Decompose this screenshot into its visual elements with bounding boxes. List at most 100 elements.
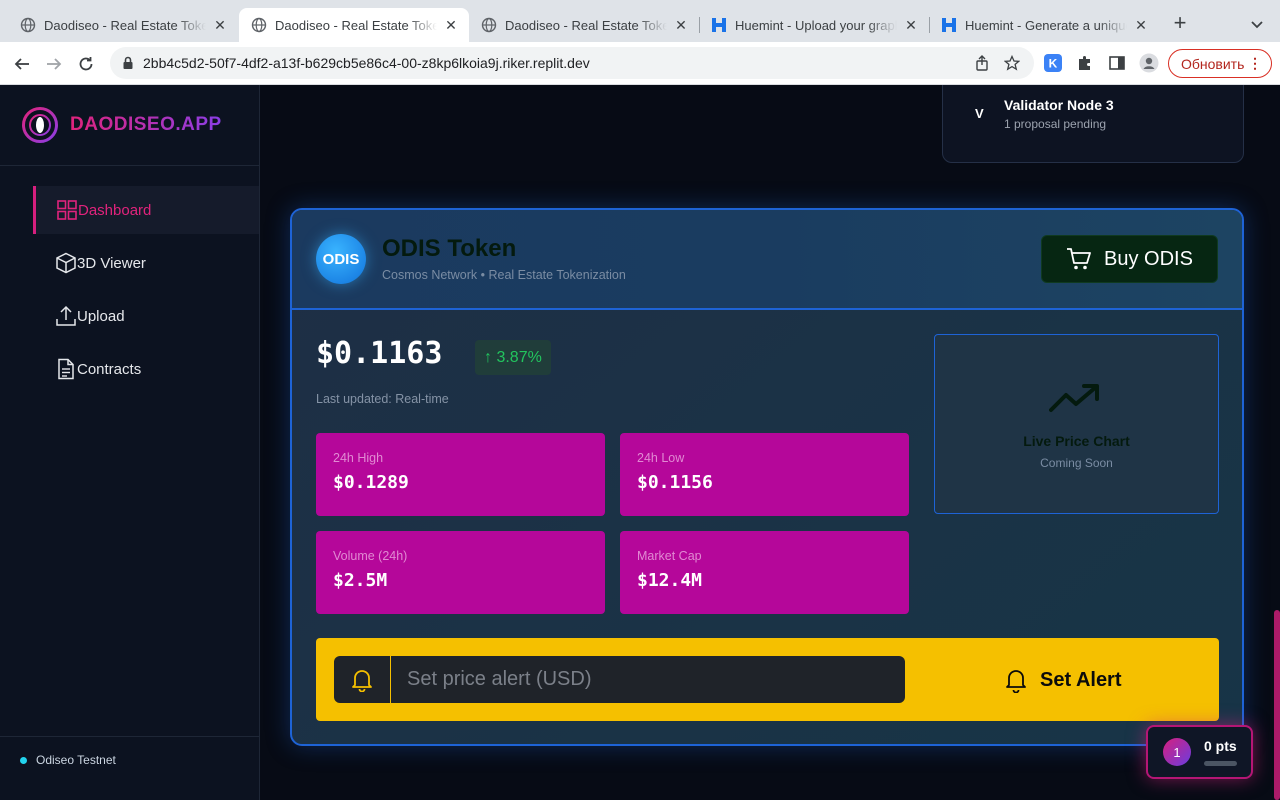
tab-title: Daodiseo - Real Estate Tokenization	[44, 17, 206, 33]
address-bar[interactable]: 2bb4c5d2-50f7-4df2-a13f-b629cb5e86c4-00-…	[110, 47, 1034, 79]
stat-label: 24h High	[333, 451, 384, 465]
brand[interactable]: DAODISEO.APP	[22, 107, 222, 143]
token-title: ODIS Token	[382, 235, 517, 262]
set-alert-button[interactable]: Set Alert	[1004, 660, 1122, 700]
price-alert-input[interactable]	[392, 656, 904, 703]
cube-icon	[55, 252, 77, 274]
browser-tab-4[interactable]: Huemint - Upload your graphic ✕	[699, 8, 929, 42]
globe-icon	[481, 17, 497, 33]
stat-value: $0.1156	[637, 472, 713, 493]
daodiseo-logo-icon	[22, 107, 58, 143]
token-card-header: ODIS ODIS Token Cosmos Network • Real Es…	[292, 210, 1242, 310]
document-icon	[55, 358, 77, 380]
forward-arrow-icon[interactable]	[42, 52, 66, 76]
divider	[0, 736, 260, 737]
tab-search-chevron-icon[interactable]	[1246, 14, 1268, 36]
sidebar-item-upload[interactable]: Upload	[33, 292, 259, 340]
buy-odis-button[interactable]: Buy ODIS	[1041, 235, 1218, 283]
browser-tab-3[interactable]: Daodiseo - Real Estate Tokenization ✕	[469, 8, 699, 42]
upload-icon	[55, 305, 77, 327]
url-text: 2bb4c5d2-50f7-4df2-a13f-b629cb5e86c4-00-…	[143, 55, 590, 71]
last-updated: Last updated: Real-time	[316, 392, 449, 406]
live-price-chart-placeholder: Live Price Chart Coming Soon	[934, 334, 1219, 514]
tab-title: Daodiseo - Real Estate Tokenization	[275, 17, 437, 33]
chart-subtitle: Coming Soon	[1040, 456, 1113, 470]
points-widget[interactable]: 1 0 pts	[1146, 725, 1253, 779]
buy-button-label: Buy ODIS	[1104, 247, 1193, 270]
stat-volume-24h: Volume (24h) $2.5M	[316, 531, 605, 614]
sidebar-item-3d-viewer[interactable]: 3D Viewer	[33, 239, 259, 287]
browser-tab-5[interactable]: Huemint - Generate a unique color palett…	[929, 8, 1159, 42]
dashboard-grid-icon	[56, 199, 78, 221]
close-icon[interactable]: ✕	[903, 17, 919, 33]
set-alert-label: Set Alert	[1040, 668, 1122, 691]
sidebar-item-label: Contracts	[77, 360, 142, 378]
odis-logo: ODIS	[316, 234, 366, 284]
share-icon[interactable]	[974, 55, 990, 71]
cart-icon	[1066, 247, 1092, 271]
browser-tab-2[interactable]: Daodiseo - Real Estate Tokenization ✕	[239, 8, 469, 42]
close-icon[interactable]: ✕	[212, 17, 228, 33]
token-card: ODIS ODIS Token Cosmos Network • Real Es…	[290, 208, 1244, 746]
extension-k-icon[interactable]: K	[1043, 53, 1063, 73]
globe-icon	[251, 17, 267, 33]
token-subtitle: Cosmos Network • Real Estate Tokenizatio…	[382, 268, 626, 282]
bell-icon	[1004, 667, 1028, 694]
network-status: Odiseo Testnet	[20, 753, 116, 767]
stat-label: Market Cap	[637, 549, 702, 563]
svg-text:K: K	[1049, 57, 1058, 71]
sidebar-item-label: 3D Viewer	[77, 254, 146, 272]
sidebar: DAODISEO.APP Dashboard 3D Viewer Upload …	[0, 85, 260, 800]
points-progress-bar	[1204, 761, 1237, 766]
update-button-label: Обновить	[1181, 55, 1245, 72]
close-icon[interactable]: ✕	[673, 17, 689, 33]
bookmark-star-icon[interactable]	[1003, 54, 1021, 71]
validator-status: 1 proposal pending	[1004, 117, 1107, 131]
price-change-badge: ↑ 3.87%	[475, 340, 551, 375]
sidebar-item-contracts[interactable]: Contracts	[33, 345, 259, 393]
level-badge: 1	[1163, 738, 1191, 766]
validator-name: Validator Node 3	[1004, 97, 1114, 113]
tab-title: Daodiseo - Real Estate Tokenization	[505, 17, 667, 33]
sidebar-item-label: Dashboard	[78, 201, 152, 219]
stat-label: Volume (24h)	[333, 549, 408, 563]
points-label: 0 pts	[1204, 738, 1237, 754]
trending-up-icon	[1049, 383, 1101, 413]
validator-card[interactable]: V Validator Node 3 1 proposal pending	[942, 85, 1244, 163]
new-tab-button[interactable]: +	[1168, 12, 1192, 36]
price-alert-bar: Set Alert	[316, 638, 1219, 721]
divider	[0, 165, 260, 166]
chart-title: Live Price Chart	[1023, 433, 1130, 449]
browser-tabstrip: Daodiseo - Real Estate Tokenization ✕ Da…	[0, 0, 1280, 42]
browser-toolbar: 2bb4c5d2-50f7-4df2-a13f-b629cb5e86c4-00-…	[0, 42, 1280, 85]
tab-title: Huemint - Generate a unique color palett…	[965, 17, 1127, 33]
huemint-icon	[941, 17, 957, 33]
update-browser-button[interactable]: Обновить ⋮	[1168, 49, 1272, 78]
scrollbar-thumb[interactable]	[1274, 610, 1280, 800]
status-dot-icon	[20, 756, 27, 764]
back-arrow-icon[interactable]	[10, 52, 34, 76]
bell-icon	[334, 656, 391, 703]
stat-market-cap: Market Cap $12.4M	[620, 531, 909, 614]
reload-icon[interactable]	[74, 52, 98, 76]
huemint-icon	[711, 17, 727, 33]
price-alert-field	[334, 656, 905, 703]
profile-avatar-icon[interactable]	[1139, 53, 1159, 73]
stat-label: 24h Low	[637, 451, 685, 465]
browser-tab-1[interactable]: Daodiseo - Real Estate Tokenization ✕	[8, 8, 238, 42]
close-icon[interactable]: ✕	[443, 17, 459, 33]
stat-24h-high: 24h High $0.1289	[316, 433, 605, 516]
network-label: Odiseo Testnet	[36, 753, 116, 767]
stat-value: $12.4M	[637, 570, 703, 591]
side-panel-icon[interactable]	[1107, 53, 1127, 73]
token-price: $0.1163	[316, 336, 443, 371]
brand-name: DAODISEO.APP	[70, 114, 222, 135]
more-vertical-icon[interactable]: ⋮	[1248, 56, 1262, 70]
stat-24h-low: 24h Low $0.1156	[620, 433, 909, 516]
globe-icon	[20, 17, 36, 33]
stat-value: $2.5M	[333, 570, 388, 591]
close-icon[interactable]: ✕	[1133, 17, 1149, 33]
sidebar-item-label: Upload	[77, 307, 125, 325]
sidebar-item-dashboard[interactable]: Dashboard	[33, 186, 259, 234]
extensions-puzzle-icon[interactable]	[1075, 53, 1095, 73]
